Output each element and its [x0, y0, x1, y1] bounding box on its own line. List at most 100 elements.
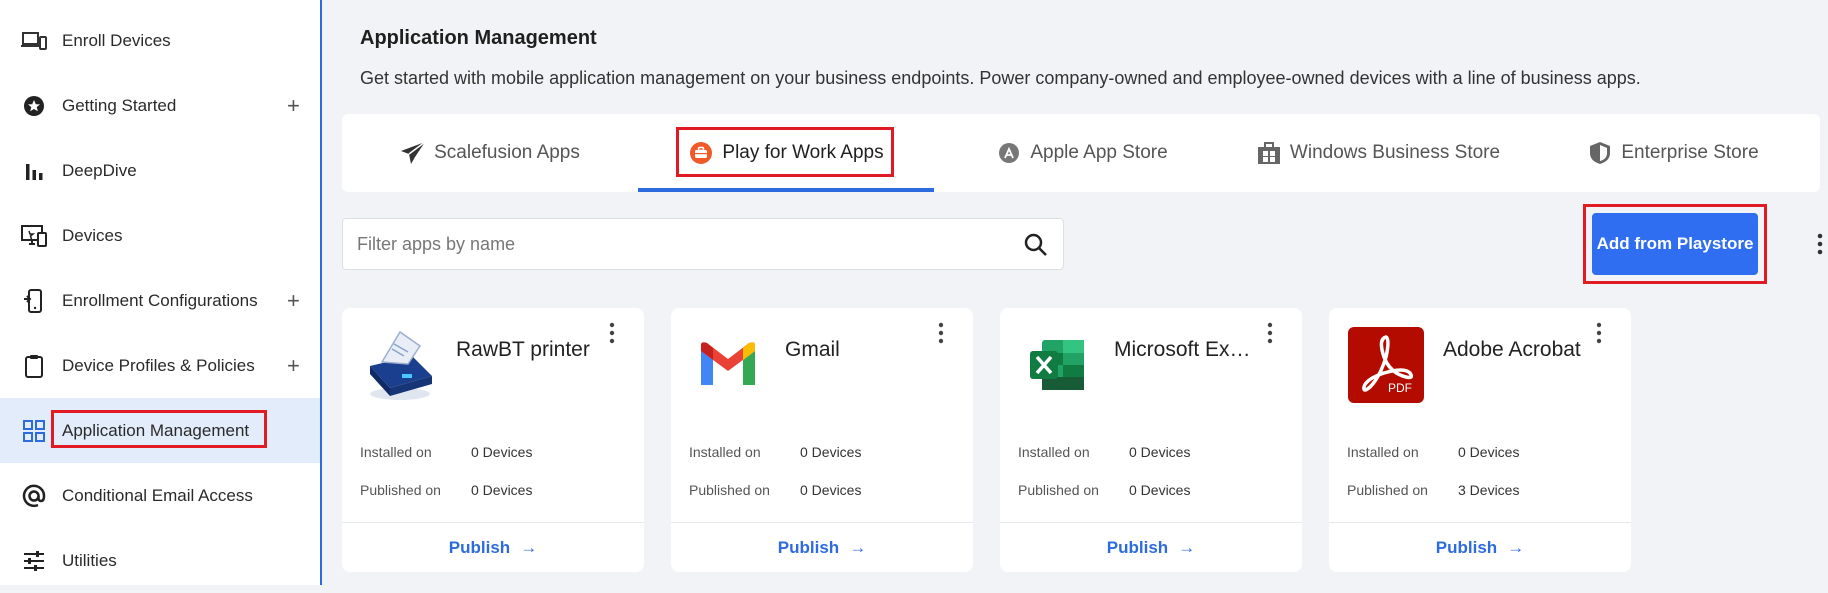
arrow-right-icon: → [849, 537, 867, 557]
sidebar-item-device-profiles[interactable]: Device Profiles & Policies + [0, 333, 320, 398]
published-count: 0 Devices [471, 482, 533, 498]
sidebar: Enroll Devices Getting Started + DeepDiv… [0, 0, 322, 585]
installed-label: Installed on [360, 444, 432, 460]
excel-logo [1018, 326, 1096, 404]
at-icon [20, 482, 48, 510]
tab-label: Scalefusion Apps [434, 142, 580, 163]
star-badge-icon [20, 92, 48, 120]
phone-config-icon [20, 287, 48, 315]
expand-plus-icon[interactable]: + [287, 354, 300, 377]
pdf-logo-text: PDF [1388, 381, 1412, 395]
sidebar-item-getting-started[interactable]: Getting Started + [0, 73, 320, 138]
installed-count: 0 Devices [800, 444, 862, 460]
sidebar-item-application-management[interactable]: Application Management [0, 398, 320, 463]
adobe-acrobat-logo: PDF [1347, 326, 1425, 404]
installed-label: Installed on [689, 444, 761, 460]
published-count: 0 Devices [800, 482, 862, 498]
app-card[interactable]: RawBT printer Installed on 0 Devices Publ… [342, 308, 644, 572]
publish-label: Publish [777, 537, 840, 557]
page-title: Application Management [360, 27, 597, 49]
expand-plus-icon[interactable]: + [287, 94, 300, 117]
app-name: Adobe Acrobat [1443, 338, 1581, 361]
highlight-box: Add from Playstore [1583, 204, 1767, 284]
published-row: Published on 0 Devices [360, 482, 532, 498]
installed-row: Installed on 0 Devices [1018, 444, 1190, 460]
sidebar-item-label: DeepDive [62, 160, 137, 180]
tab-windows-business-store[interactable]: Windows Business Store [1230, 114, 1526, 192]
more-options-icon[interactable] [608, 322, 616, 344]
sidebar-item-deepdive[interactable]: DeepDive [0, 138, 320, 203]
sidebar-item-label: Application Management [62, 420, 250, 440]
published-label: Published on [689, 482, 770, 498]
arrow-right-icon: → [1178, 537, 1196, 557]
app-name: Microsoft Excel [1114, 338, 1254, 361]
app-name: RawBT printer [456, 338, 590, 361]
published-count: 0 Devices [1129, 482, 1191, 498]
installed-row: Installed on 0 Devices [689, 444, 861, 460]
expand-plus-icon[interactable]: + [287, 289, 300, 312]
app-card[interactable]: Gmail Installed on 0 Devices Published on… [671, 308, 973, 572]
highlight-box [676, 127, 894, 177]
app-store-icon [996, 140, 1022, 166]
devices-icon [20, 27, 48, 55]
rawbt-printer-logo [360, 326, 438, 404]
sidebar-item-conditional-email-access[interactable]: Conditional Email Access [0, 463, 320, 528]
tab-enterprise-store[interactable]: Enterprise Store [1526, 114, 1820, 192]
published-count: 3 Devices [1458, 482, 1520, 498]
sidebar-item-enrollment-configurations[interactable]: Enrollment Configurations + [0, 268, 320, 333]
monitor-icon [20, 222, 48, 250]
filter-search [342, 218, 1064, 270]
published-label: Published on [1347, 482, 1428, 498]
main-content: Application Management Get started with … [324, 0, 1828, 585]
page-description: Get started with mobile application mana… [360, 68, 1641, 88]
app-name: Gmail [785, 338, 840, 361]
arrow-right-icon: → [520, 537, 538, 557]
installed-row: Installed on 0 Devices [1347, 444, 1519, 460]
publish-label: Publish [1435, 537, 1498, 557]
sidebar-item-enroll-devices[interactable]: Enroll Devices [0, 8, 320, 73]
published-row: Published on 0 Devices [1018, 482, 1190, 498]
publish-button[interactable]: Publish → [1329, 522, 1631, 572]
tab-apple-app-store[interactable]: Apple App Store [934, 114, 1230, 192]
published-row: Published on 3 Devices [1347, 482, 1519, 498]
tab-play-for-work-apps[interactable]: Play for Work Apps [638, 114, 934, 192]
published-label: Published on [1018, 482, 1099, 498]
gmail-logo [689, 326, 767, 404]
arrow-right-icon: → [1507, 537, 1525, 557]
more-options-icon[interactable] [1595, 322, 1603, 344]
tab-label: Windows Business Store [1289, 142, 1501, 163]
store-tabs: Scalefusion Apps Play for Work Apps Appl… [342, 114, 1820, 192]
add-from-playstore-button[interactable]: Add from Playstore [1592, 213, 1758, 275]
publish-button[interactable]: Publish → [671, 522, 973, 572]
installed-label: Installed on [1018, 444, 1090, 460]
installed-count: 0 Devices [1129, 444, 1191, 460]
search-input[interactable] [357, 219, 997, 269]
installed-count: 0 Devices [1458, 444, 1520, 460]
store-bag-icon [1256, 140, 1282, 166]
publish-button[interactable]: Publish → [1000, 522, 1302, 572]
more-options-icon[interactable] [937, 322, 945, 344]
bar-chart-icon [20, 157, 48, 185]
published-row: Published on 0 Devices [689, 482, 861, 498]
sidebar-item-label: Getting Started [62, 95, 177, 115]
tab-label: Apple App Store [1030, 142, 1168, 163]
installed-row: Installed on 0 Devices [360, 444, 532, 460]
sidebar-item-label: Enrollment Configurations [62, 290, 258, 310]
app-card[interactable]: PDF Adobe Acrobat Installed on 0 Devices … [1329, 308, 1631, 572]
publish-button[interactable]: Publish → [342, 522, 644, 572]
sidebar-item-devices[interactable]: Devices [0, 203, 320, 268]
sidebar-item-label: Utilities [62, 550, 117, 570]
search-icon[interactable] [1023, 232, 1049, 258]
sidebar-item-utilities[interactable]: Utilities [0, 528, 320, 593]
grid-icon [20, 417, 48, 445]
tab-scalefusion-apps[interactable]: Scalefusion Apps [342, 114, 638, 192]
sidebar-item-label: Devices [62, 225, 123, 245]
more-options-icon[interactable] [1266, 322, 1274, 344]
app-card[interactable]: Microsoft Excel Installed on 0 Devices Pu… [1000, 308, 1302, 572]
more-options-icon[interactable] [1816, 232, 1824, 256]
tab-label: Enterprise Store [1621, 142, 1759, 163]
shield-icon [1587, 140, 1613, 166]
sidebar-item-label: Device Profiles & Policies [62, 355, 255, 375]
installed-count: 0 Devices [471, 444, 533, 460]
sliders-icon [20, 547, 48, 575]
